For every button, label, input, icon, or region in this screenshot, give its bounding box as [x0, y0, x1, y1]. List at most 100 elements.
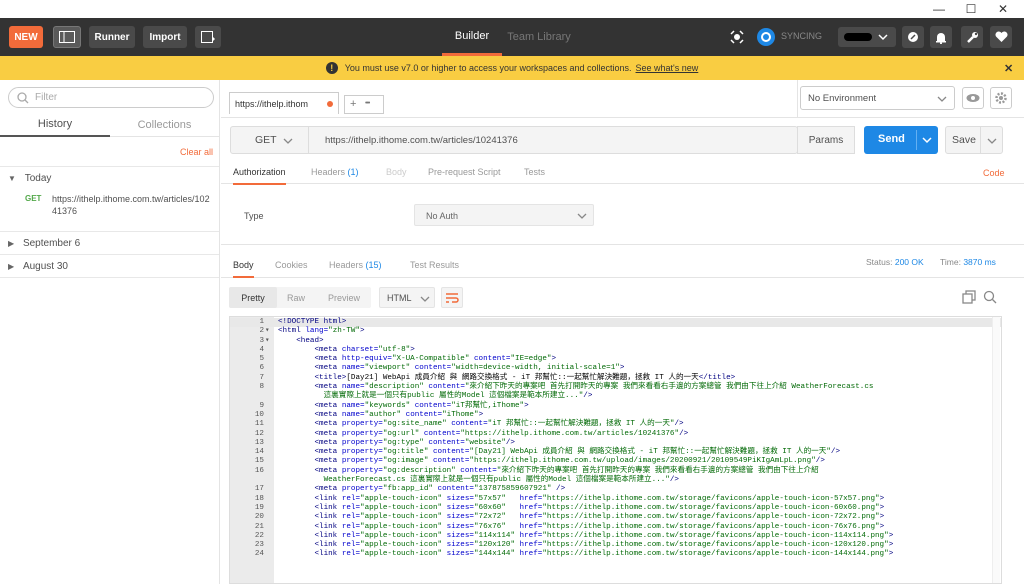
clear-all-button[interactable]: Clear all	[180, 147, 213, 157]
code-line: 13 <meta property="og:type" content="web…	[230, 439, 990, 448]
code-text: <link rel="apple-touch-icon" sizes="60x6…	[278, 503, 885, 512]
tab-body[interactable]: Body	[386, 167, 407, 177]
code-line: 16 <meta property="og:description" conte…	[230, 467, 990, 476]
notifications-button[interactable]	[930, 26, 952, 48]
more-tabs-button[interactable]: •••	[365, 100, 370, 107]
search-icon	[17, 92, 29, 104]
tab-team-library[interactable]: Team Library	[504, 18, 574, 56]
environment-select[interactable]: No Environment	[800, 86, 955, 110]
manage-environments-button[interactable]	[990, 87, 1012, 109]
url-input[interactable]: https://ithelp.ithome.com.tw/articles/10…	[325, 135, 518, 146]
whats-new-link[interactable]: See what's new	[636, 63, 699, 73]
line-number: 23	[254, 541, 264, 550]
copy-icon[interactable]	[962, 290, 976, 304]
history-group-september-6[interactable]: ▶ September 6	[8, 238, 227, 249]
line-number: 9	[259, 401, 264, 410]
response-code-editor[interactable]: 1 <!DOCTYPE html> 2 ▾ <html lang="zh-TW"> 3 ▾ …	[229, 316, 1002, 584]
capture-button[interactable]	[902, 26, 924, 48]
filter-input[interactable]: Filter	[8, 87, 214, 108]
line-number: 24	[254, 550, 264, 559]
tab-tests[interactable]: Tests	[524, 167, 545, 177]
params-button[interactable]: Params	[797, 126, 855, 154]
code-line: 24 <link rel="apple-touch-icon" sizes="1…	[230, 550, 990, 559]
import-button[interactable]: Import	[143, 26, 187, 48]
save-button[interactable]: Save	[945, 126, 1003, 154]
tab-collections[interactable]: Collections	[110, 113, 219, 137]
request-tab[interactable]: https://ithelp.ithom	[229, 92, 339, 114]
request-tab-strip: https://ithelp.ithom + ••• No Environmen…	[221, 80, 1024, 118]
code-text: <link rel="apple-touch-icon" sizes="76x7…	[278, 522, 885, 531]
code-line: 6 <meta name="viewport" content="width=d…	[230, 364, 990, 373]
line-number: 22	[254, 531, 264, 540]
pretty-view-button[interactable]: Pretty	[229, 287, 277, 308]
tab-headers[interactable]: Headers (1)	[311, 167, 359, 177]
chevron-down-icon	[577, 213, 587, 219]
method-select[interactable]: GET	[231, 127, 309, 153]
history-group-today[interactable]: ▼ Today	[8, 173, 227, 184]
close-banner-icon[interactable]: ✕	[1004, 62, 1013, 75]
wrap-lines-button[interactable]	[441, 287, 463, 308]
fold-toggle-icon[interactable]: ▾	[265, 327, 273, 336]
tab-builder[interactable]: Builder	[442, 18, 502, 56]
code-text: <meta name="keywords" content="iT邦幫忙,iTh…	[278, 401, 529, 410]
new-button[interactable]: NEW	[9, 26, 43, 48]
tab-cookies[interactable]: Cookies	[275, 260, 308, 270]
eye-icon	[966, 94, 980, 102]
editor-scrollbar[interactable]	[992, 317, 1000, 583]
tab-response-headers[interactable]: Headers (15)	[329, 260, 382, 270]
line-number: 14	[254, 448, 264, 457]
request-subtabs: Authorization Headers (1) Body Pre-reque…	[221, 160, 1024, 185]
line-number: 20	[254, 513, 264, 522]
chevron-down-icon	[922, 137, 932, 144]
close-window-button[interactable]: ✕	[988, 0, 1018, 18]
tab-authorization[interactable]: Authorization	[233, 167, 286, 185]
syncing-label: SYNCING	[781, 31, 823, 41]
tab-pre-request-script[interactable]: Pre-request Script	[428, 167, 501, 177]
history-item[interactable]: GET https://ithelp.ithome.com.tw/article…	[0, 187, 219, 227]
code-text: <head>	[278, 336, 324, 345]
add-tab-button[interactable]: +	[350, 98, 356, 110]
environment-quick-look-button[interactable]	[962, 87, 984, 109]
top-toolbar: NEW Runner Import Builder Team Library S…	[0, 18, 1024, 56]
chevron-down-icon	[283, 138, 293, 144]
tab-test-results[interactable]: Test Results	[410, 260, 459, 270]
user-menu[interactable]	[838, 27, 896, 47]
code-line: 3 ▾ <head>	[230, 337, 990, 346]
minimize-button[interactable]: —	[924, 0, 954, 18]
toggle-sidebar-button[interactable]	[53, 26, 81, 48]
new-window-button[interactable]	[195, 26, 221, 48]
auth-type-select[interactable]: No Auth	[414, 204, 594, 226]
code-text: WeatherForecast.cs 這裏實際上就是一個只有public 屬性的…	[278, 476, 679, 485]
warning-icon: !	[325, 62, 338, 74]
history-group-august-30[interactable]: ▶ August 30	[8, 261, 227, 272]
preview-view-button[interactable]: Preview	[319, 287, 369, 308]
heart-icon	[994, 31, 1008, 42]
interceptor-icon[interactable]	[729, 29, 745, 45]
favorite-button[interactable]	[990, 26, 1012, 48]
fold-toggle-icon[interactable]: ▾	[265, 337, 273, 346]
format-select[interactable]: HTML	[379, 287, 435, 308]
send-button[interactable]: Send	[864, 126, 938, 154]
tab-response-body[interactable]: Body	[233, 260, 254, 278]
code-text: <meta property="fb:app_id" content="1378…	[278, 485, 566, 494]
bell-icon	[936, 32, 946, 44]
url-bar: GET https://ithelp.ithome.com.tw/article…	[230, 126, 798, 154]
code-text: <link rel="apple-touch-icon" sizes="72x7…	[278, 513, 885, 522]
code-line: 20 <link rel="apple-touch-icon" sizes="7…	[230, 513, 990, 522]
runner-button[interactable]: Runner	[89, 26, 135, 48]
avatar	[844, 33, 872, 41]
sync-icon[interactable]	[757, 28, 775, 46]
line-number: 15	[254, 457, 264, 466]
new-window-icon	[201, 31, 215, 43]
code-link[interactable]: Code	[983, 168, 1005, 178]
maximize-button[interactable]: ☐	[956, 0, 986, 18]
raw-view-button[interactable]: Raw	[281, 287, 311, 308]
search-icon[interactable]	[983, 290, 997, 304]
method-badge: GET	[25, 194, 42, 203]
code-line: 21 <link rel="apple-touch-icon" sizes="7…	[230, 523, 990, 532]
tab-history[interactable]: History	[0, 113, 110, 137]
code-text: <!DOCTYPE html>	[278, 318, 347, 326]
banner-message: You must use v7.0 or higher to access yo…	[344, 63, 632, 73]
settings-button[interactable]	[961, 26, 983, 48]
wrap-lines-icon	[446, 292, 459, 303]
